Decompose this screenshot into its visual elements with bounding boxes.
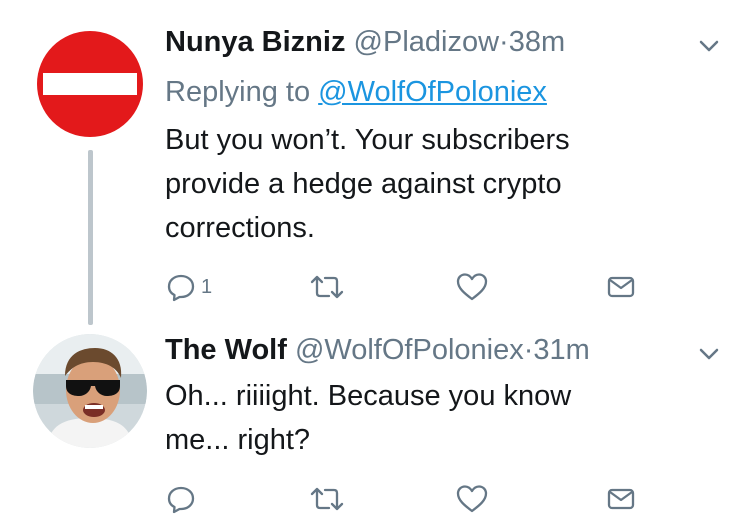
retweet-icon [310,487,344,511]
heart-icon [456,273,488,301]
reply-button[interactable]: 1 [165,270,212,304]
tweet-reply-wolf[interactable]: The Wolf @WolfOfPoloniex·31m Oh... riiii… [0,320,750,531]
tweet-reply-nunya[interactable]: Nunya Bizniz @Pladizow·38m Replying to @… [0,0,750,320]
replying-to-link[interactable]: @WolfOfPoloniex [318,76,547,108]
tweet-header: Nunya Bizniz @Pladizow·38m [165,26,565,59]
heart-icon [456,485,488,513]
direct-message-button[interactable] [605,482,637,516]
avatar[interactable] [33,334,147,448]
person-sunglasses-photo [33,334,147,448]
retweet-icon [310,275,344,299]
envelope-icon [607,488,635,510]
separator-dot: · [499,26,509,58]
user-handle[interactable]: @Pladizow [354,26,500,58]
display-name[interactable]: The Wolf [165,334,287,366]
reply-icon [167,486,195,514]
tweet-text: Oh... riiiight. Because you know me... r… [165,374,725,462]
retweet-button[interactable] [309,270,345,304]
like-button[interactable] [455,482,489,516]
no-entry-sign-icon [34,28,146,140]
retweet-button[interactable] [309,482,345,516]
reply-icon [167,274,195,302]
tweet-text: But you won’t. Your subscribers provide … [165,118,725,250]
tweet-header: The Wolf @WolfOfPoloniex·31m [165,334,590,367]
tweet-actions [165,482,645,516]
envelope-icon [607,276,635,298]
chevron-down-icon[interactable] [697,342,721,366]
reply-button[interactable] [165,482,197,516]
display-name[interactable]: Nunya Bizniz [165,26,345,58]
tweet-text-line: me... right? [165,424,311,456]
avatar[interactable] [33,27,147,141]
tweet-text-line: Oh... riiiight. Because you know [165,380,572,412]
timestamp[interactable]: 38m [509,26,565,58]
replying-to-line: Replying to @WolfOfPoloniex [165,76,547,109]
like-button[interactable] [455,270,489,304]
tweet-text-line: provide a hedge against crypto [165,168,562,200]
reply-count: 1 [201,275,213,298]
direct-message-button[interactable] [605,270,637,304]
timestamp[interactable]: 31m [533,334,589,366]
chevron-down-icon[interactable] [697,34,721,58]
user-handle[interactable]: @WolfOfPoloniex [295,334,524,366]
tweet-text-line: But you won’t. Your subscribers [165,124,570,156]
tweet-text-line: corrections. [165,212,315,244]
tweet-actions: 1 [165,270,645,304]
separator-dot: · [523,334,534,366]
replying-to-label: Replying to [165,76,319,108]
